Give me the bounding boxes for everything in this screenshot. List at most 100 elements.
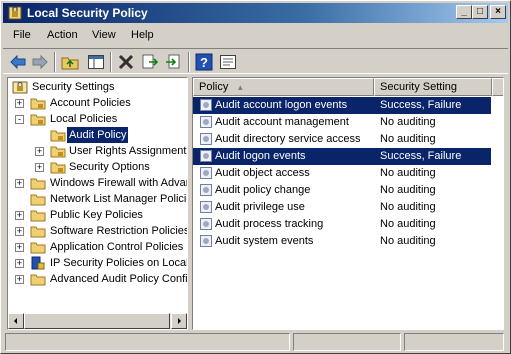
policy-item-icon	[200, 235, 212, 247]
expand-icon[interactable]: +	[15, 275, 24, 284]
status-panel	[293, 333, 401, 351]
security-policy-app-icon	[8, 6, 22, 20]
status-bar	[3, 333, 508, 351]
tree-item-user-rights-assignment[interactable]: + User Rights Assignment	[8, 143, 187, 159]
expand-icon[interactable]: +	[15, 259, 24, 268]
tree-item-application-control[interactable]: + Application Control Policies	[8, 239, 187, 255]
policy-name: Audit system events	[215, 235, 314, 247]
title-bar[interactable]: Local Security Policy _ □ ×	[3, 3, 508, 23]
tree-label: Software Restriction Policies	[50, 225, 187, 237]
policy-name: Audit privilege use	[215, 201, 305, 213]
tree-item-software-restriction[interactable]: + Software Restriction Policies	[8, 223, 187, 239]
policy-item-icon	[200, 167, 212, 179]
tree-label: Local Policies	[50, 113, 118, 125]
tree-label: Account Policies	[50, 97, 131, 109]
toolbar: ?	[3, 48, 508, 74]
policy-list-pane[interactable]: Policy ▲ Security Setting Audit account l…	[192, 77, 504, 330]
scroll-left-button[interactable]	[8, 313, 24, 329]
tree-item-advanced-audit[interactable]: + Advanced Audit Policy Configuration	[8, 271, 187, 287]
expand-icon[interactable]: +	[35, 147, 44, 156]
tree-label: Application Control Policies	[50, 241, 184, 253]
list-row[interactable]: Audit account management No auditing	[193, 114, 491, 131]
list-row[interactable]: Audit logon events Success, Failure	[193, 147, 492, 166]
tree-pane[interactable]: Security Settings + Account Policies - L…	[7, 77, 188, 330]
list-row[interactable]: Audit system events No auditing	[193, 233, 491, 250]
show-hide-tree-icon[interactable]	[86, 52, 106, 72]
list-row[interactable]: Audit object access No auditing	[193, 165, 491, 182]
list-row[interactable]: Audit directory service access No auditi…	[193, 131, 491, 148]
expand-icon[interactable]: +	[15, 179, 24, 188]
column-header-label: Policy	[199, 81, 229, 93]
expand-icon[interactable]: +	[15, 211, 24, 220]
tree-label: Audit Policy	[67, 127, 129, 143]
up-folder-icon[interactable]	[60, 52, 80, 72]
back-arrow-icon[interactable]	[8, 52, 28, 72]
menu-help[interactable]: Help	[131, 29, 154, 41]
list-row[interactable]: Audit account logon events Success, Fail…	[193, 96, 492, 115]
tree-horizontal-scrollbar[interactable]	[8, 313, 187, 329]
app-window: Local Security Policy _ □ × File Action …	[0, 0, 511, 354]
tree-item-account-policies[interactable]: + Account Policies	[8, 95, 187, 111]
import-icon[interactable]	[163, 52, 183, 72]
tree-item-network-list-manager[interactable]: Network List Manager Policies	[8, 191, 187, 207]
expand-icon[interactable]: +	[35, 163, 44, 172]
maximize-button[interactable]: □	[472, 5, 488, 19]
column-header-security-setting[interactable]: Security Setting	[374, 78, 492, 96]
sort-ascending-icon: ▲	[236, 83, 245, 92]
policy-item-icon	[200, 150, 212, 162]
policy-name: Audit policy change	[215, 184, 311, 196]
tree-item-ip-security[interactable]: + IP Security Policies on Local Computer	[8, 255, 187, 271]
policy-item-icon	[200, 201, 212, 213]
policy-name: Audit process tracking	[215, 218, 324, 230]
tree-item-audit-policy[interactable]: Audit Policy	[8, 127, 187, 143]
delete-icon[interactable]	[116, 52, 136, 72]
tree-label: Security Options	[69, 161, 150, 173]
tree-item-public-key-policies[interactable]: + Public Key Policies	[8, 207, 187, 223]
ip-security-icon	[31, 256, 45, 270]
folder-icon	[30, 274, 46, 286]
close-button[interactable]: ×	[490, 5, 506, 19]
tree-label: IP Security Policies on Local Computer	[50, 257, 187, 269]
policy-item-icon	[200, 116, 212, 128]
tree-label: Network List Manager Policies	[50, 193, 187, 205]
export-list-icon[interactable]	[140, 52, 160, 72]
policy-item-icon	[200, 133, 212, 145]
scroll-thumb[interactable]	[24, 313, 170, 329]
expand-icon[interactable]: +	[15, 243, 24, 252]
column-header-label: Security Setting	[380, 81, 458, 93]
forward-arrow-icon[interactable]	[30, 52, 50, 72]
scroll-right-button[interactable]	[171, 313, 187, 329]
list-row[interactable]: Audit process tracking No auditing	[193, 216, 491, 233]
scroll-right-icon	[178, 318, 181, 324]
tree-item-local-policies[interactable]: - Local Policies	[8, 111, 187, 127]
minimize-button[interactable]: _	[456, 5, 472, 19]
policy-name: Audit logon events	[215, 150, 306, 162]
security-setting: Success, Failure	[380, 99, 462, 111]
tree-label: User Rights Assignment	[69, 145, 187, 157]
tree-view: Security Settings + Account Policies - L…	[8, 78, 187, 314]
security-setting: Success, Failure	[380, 150, 462, 162]
security-setting: No auditing	[380, 116, 436, 128]
security-setting: No auditing	[380, 167, 436, 179]
tree-item-security-options[interactable]: + Security Options	[8, 159, 187, 175]
status-panel	[404, 333, 504, 351]
menu-view[interactable]: View	[92, 29, 116, 41]
column-header-policy[interactable]: Policy ▲	[193, 78, 374, 96]
policy-name: Audit object access	[215, 167, 310, 179]
menu-file[interactable]: File	[13, 29, 31, 41]
policy-item-icon	[200, 99, 212, 111]
policy-name: Audit account management	[215, 116, 349, 128]
expand-icon[interactable]: +	[15, 99, 24, 108]
help-icon[interactable]: ?	[194, 52, 214, 72]
menu-action[interactable]: Action	[47, 29, 78, 41]
tree-label: Security Settings	[32, 81, 115, 93]
folder-icon	[30, 178, 46, 190]
list-row[interactable]: Audit policy change No auditing	[193, 182, 491, 199]
collapse-icon[interactable]: -	[15, 115, 24, 124]
security-setting: No auditing	[380, 235, 436, 247]
tree-item-windows-firewall[interactable]: + Windows Firewall with Advanced Securit…	[8, 175, 187, 191]
expand-icon[interactable]: +	[15, 227, 24, 236]
properties-icon[interactable]	[218, 52, 238, 72]
list-row[interactable]: Audit privilege use No auditing	[193, 199, 491, 216]
policy-name: Audit account logon events	[215, 99, 348, 111]
